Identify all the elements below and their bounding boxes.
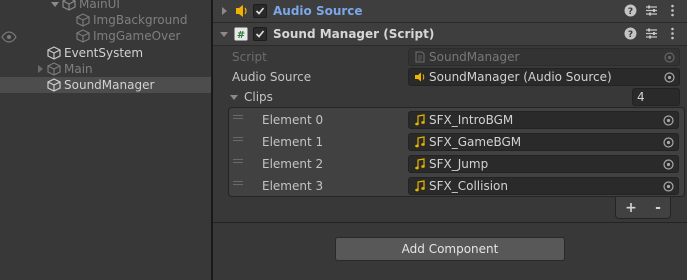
gameobject-icon xyxy=(47,78,61,92)
drag-handle-icon[interactable] xyxy=(233,181,243,187)
sound-manager-enabled-checkbox[interactable] xyxy=(253,27,267,41)
drag-handle-icon[interactable] xyxy=(233,115,243,121)
presets-icon[interactable] xyxy=(645,4,658,17)
gameobject-icon xyxy=(62,0,76,11)
checkmark-icon xyxy=(255,30,265,38)
audio-clip-icon xyxy=(415,158,425,170)
clip-field[interactable]: SFX_IntroBGM xyxy=(408,111,679,129)
chevron-down-icon[interactable] xyxy=(229,92,239,102)
element-label: Element 0 xyxy=(262,113,324,127)
drag-handle-icon[interactable] xyxy=(233,159,243,165)
add-element-button[interactable]: + xyxy=(625,200,637,216)
help-icon[interactable]: ? xyxy=(624,27,637,40)
hierarchy-item-imggameover[interactable]: ImgGameOver xyxy=(0,28,211,44)
sound-manager-header[interactable]: # Sound Manager (Script) ? xyxy=(213,23,687,46)
inspector-panel: Audio Source ? # Sound Manager (Script) … xyxy=(213,0,687,280)
divider xyxy=(213,222,687,223)
script-value: SoundManager xyxy=(429,50,520,64)
audio-source-header[interactable]: Audio Source ? xyxy=(213,0,687,23)
script-file-icon xyxy=(415,51,425,63)
audio-source-field[interactable]: SoundManager (Audio Source) xyxy=(408,68,680,86)
script-icon: # xyxy=(234,27,248,41)
audio-source-label: Audio Source xyxy=(232,70,312,84)
hierarchy-item-label: MainUI xyxy=(79,0,120,11)
hierarchy-item-label: SoundManager xyxy=(64,78,155,92)
hierarchy-item-label: ImgGameOver xyxy=(93,29,181,43)
gameobject-icon xyxy=(76,29,90,43)
drag-handle-icon[interactable] xyxy=(233,137,243,143)
clips-count-field[interactable]: 4 xyxy=(632,88,680,106)
svg-text:#: # xyxy=(237,30,245,41)
clips-count-value: 4 xyxy=(637,90,645,104)
list-item[interactable]: Element 3 SFX_Collision xyxy=(229,175,684,197)
clips-label: Clips xyxy=(244,90,273,104)
audio-clip-icon xyxy=(415,136,425,148)
list-item[interactable]: Element 1 SFX_GameBGM xyxy=(229,131,684,153)
audio-source-icon xyxy=(415,72,425,82)
hierarchy-item-soundmanager[interactable]: SoundManager xyxy=(0,77,211,93)
list-footer: + - xyxy=(615,197,671,219)
script-field: SoundManager xyxy=(408,48,680,66)
svg-text:?: ? xyxy=(628,30,633,40)
chevron-right-icon[interactable] xyxy=(219,6,229,16)
audio-source-enabled-checkbox[interactable] xyxy=(253,4,267,18)
clip-field[interactable]: SFX_Collision xyxy=(408,177,679,195)
hierarchy-item-eventsystem[interactable]: EventSystem xyxy=(0,45,211,61)
hierarchy-item-imgbackground[interactable]: ImgBackground xyxy=(0,12,211,28)
more-options-icon[interactable] xyxy=(666,4,679,17)
checkmark-icon xyxy=(255,7,265,15)
object-picker-icon[interactable] xyxy=(663,115,674,126)
script-label: Script xyxy=(232,50,267,64)
audio-source-property-row: Audio Source SoundManager (Audio Source) xyxy=(213,68,687,86)
hierarchy-item-mainui[interactable]: MainUI xyxy=(0,0,211,12)
script-property-row: Script SoundManager xyxy=(213,48,687,66)
hierarchy-item-label: EventSystem xyxy=(64,46,144,60)
chevron-right-icon[interactable] xyxy=(35,64,45,74)
element-label: Element 1 xyxy=(262,135,324,149)
audio-clip-icon xyxy=(415,114,425,126)
chevron-down-icon[interactable] xyxy=(219,29,229,39)
svg-text:?: ? xyxy=(628,7,633,17)
clip-value: SFX_Jump xyxy=(429,157,489,171)
audio-source-value: SoundManager (Audio Source) xyxy=(429,70,612,84)
clip-value: SFX_IntroBGM xyxy=(429,113,514,127)
element-label: Element 3 xyxy=(262,179,324,193)
clip-value: SFX_Collision xyxy=(429,179,508,193)
hierarchy-item-label: Main xyxy=(64,62,93,76)
clip-field[interactable]: SFX_GameBGM xyxy=(408,133,679,151)
clips-foldout-row[interactable]: Clips xyxy=(213,88,687,106)
object-picker-icon[interactable] xyxy=(663,137,674,148)
remove-element-button[interactable]: - xyxy=(655,200,661,216)
component-title: Audio Source xyxy=(273,4,363,18)
audio-clip-icon xyxy=(415,180,425,192)
list-item[interactable]: Element 0 SFX_IntroBGM xyxy=(229,109,684,131)
object-picker-icon[interactable] xyxy=(663,181,674,192)
hierarchy-panel: MainUI ImgBackground ImgGameOver EventSy… xyxy=(0,0,211,280)
audio-source-icon xyxy=(236,5,247,17)
clip-field[interactable]: SFX_Jump xyxy=(408,155,679,173)
clip-value: SFX_GameBGM xyxy=(429,135,522,149)
gameobject-icon xyxy=(47,62,61,76)
component-title: Sound Manager (Script) xyxy=(273,27,435,41)
help-icon[interactable]: ? xyxy=(624,4,637,17)
gameobject-icon xyxy=(76,13,90,27)
object-picker-icon[interactable] xyxy=(664,72,675,83)
clips-list: Element 0 SFX_IntroBGM Element 1 SFX_Gam… xyxy=(228,107,685,197)
more-options-icon[interactable] xyxy=(666,27,679,40)
chevron-down-icon[interactable] xyxy=(50,0,60,9)
object-picker-icon xyxy=(664,52,675,63)
presets-icon[interactable] xyxy=(645,27,658,40)
gameobject-icon xyxy=(47,46,61,60)
hierarchy-item-main[interactable]: Main xyxy=(0,61,211,77)
hierarchy-item-label: ImgBackground xyxy=(93,13,188,27)
list-item[interactable]: Element 2 SFX_Jump xyxy=(229,153,684,175)
object-picker-icon[interactable] xyxy=(663,159,674,170)
element-label: Element 2 xyxy=(262,157,324,171)
add-component-button[interactable]: Add Component xyxy=(335,237,565,261)
